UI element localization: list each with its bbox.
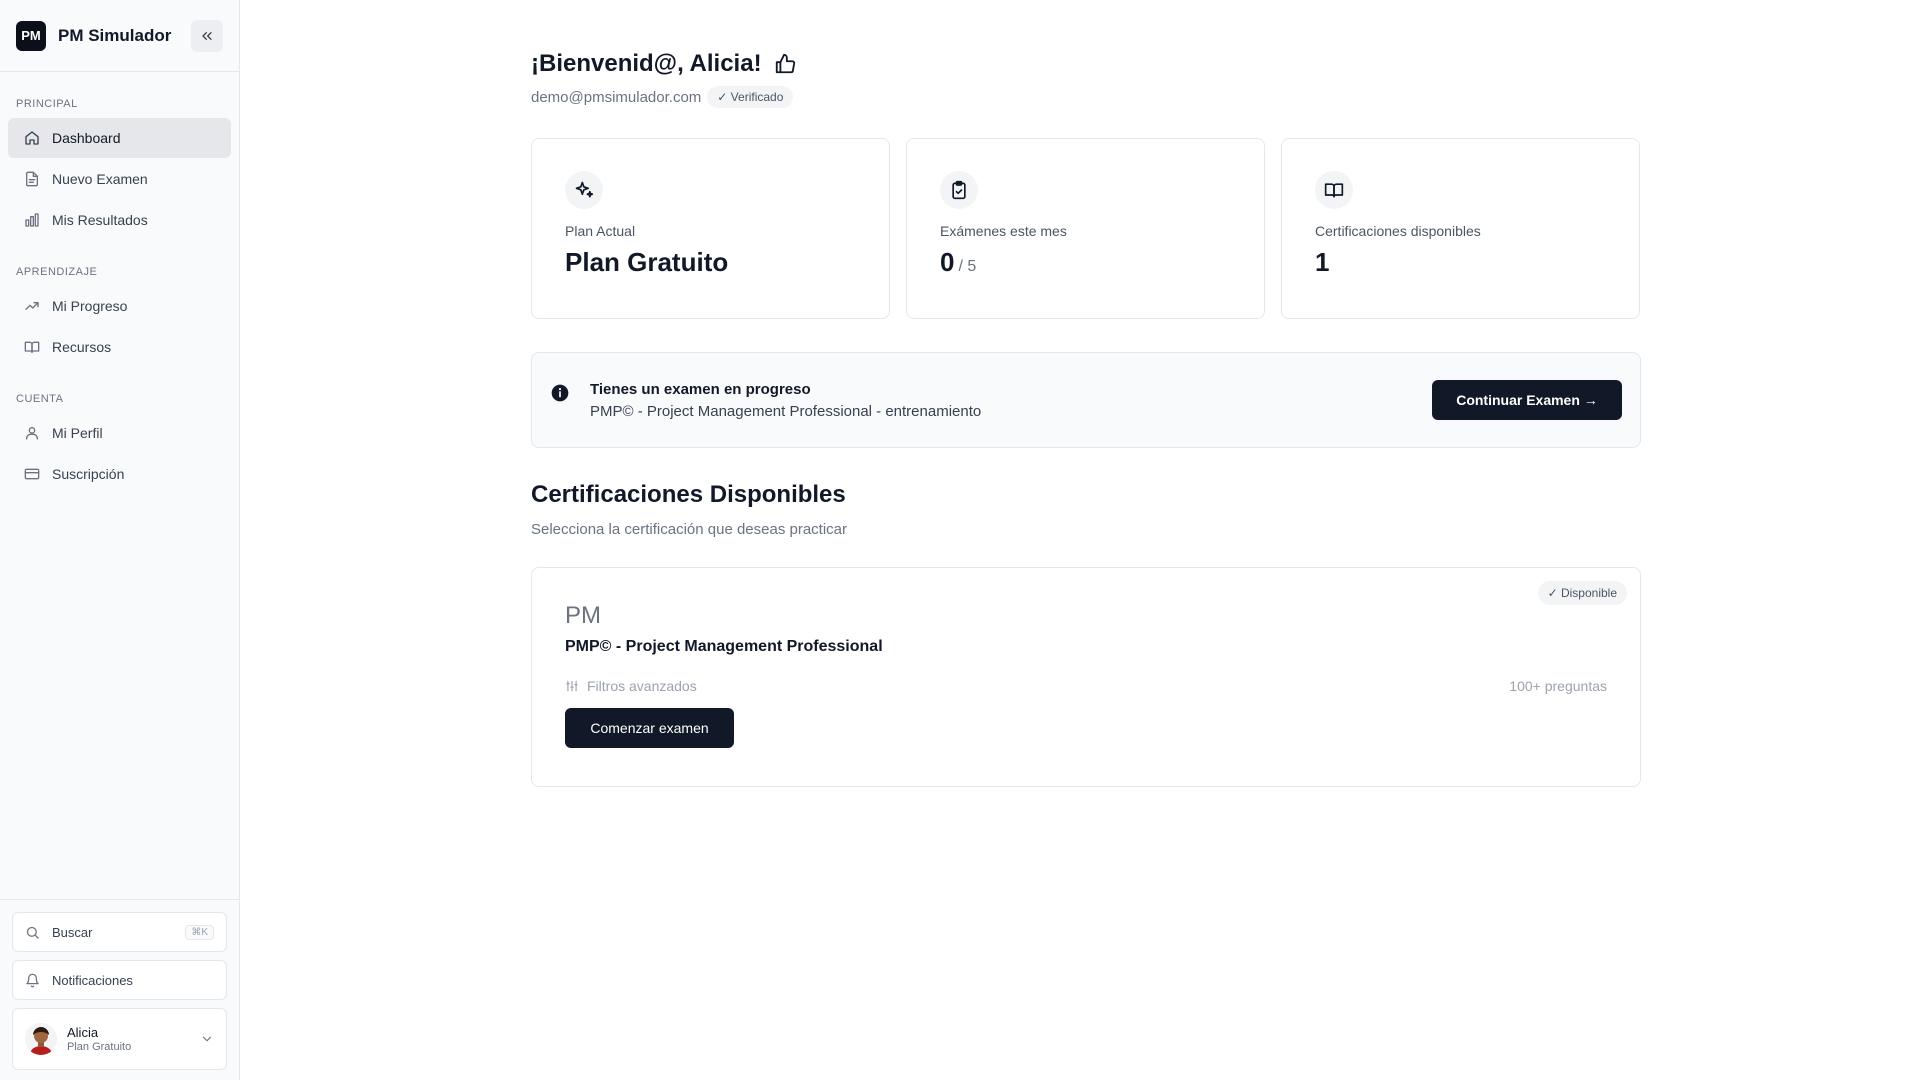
search-shortcut: ⌘K [185, 924, 214, 940]
user-icon [26, 427, 38, 440]
continue-exam-button[interactable]: Continuar Examen → [1432, 380, 1622, 420]
nav-group-aprendizaje: Mi Progreso Recursos [0, 286, 239, 367]
nav-group-cuenta: Mi Perfil Suscripción [0, 413, 239, 494]
sidebar-item-recursos[interactable]: Recursos [8, 327, 231, 367]
stat-card-exams: Exámenes este mes 0/ 5 [906, 138, 1265, 319]
bell-icon [26, 973, 39, 987]
banner-text: Tienes un examen en progreso PMP© - Proj… [590, 381, 981, 420]
sidebar-item-dashboard[interactable]: Dashboard [8, 118, 231, 158]
sidebar-item-suscripcion[interactable]: Suscripción [8, 454, 231, 494]
file-icon [26, 171, 38, 187]
nav-section-title-cuenta: CUENTA [16, 393, 64, 405]
sidebar-item-label: Dashboard [52, 130, 121, 146]
certifications-subtitle: Selecciona la certificación que deseas p… [531, 521, 848, 538]
nav-section-title-principal: PRINCIPAL [16, 98, 78, 110]
stat-icon-wrap [565, 171, 603, 209]
bar-chart-icon [25, 213, 39, 227]
nav-group-principal: Dashboard Nuevo Examen Mis Resultados [0, 118, 239, 240]
nav-section-title-aprendizaje: APRENDIZAJE [16, 266, 98, 278]
collapse-sidebar-button[interactable] [191, 19, 223, 52]
question-count: 100+ preguntas [1509, 678, 1607, 694]
user-meta: Alicia Plan Gratuito [67, 1025, 131, 1053]
stat-card-plan: Plan Actual Plan Gratuito [531, 138, 890, 319]
user-plan: Plan Gratuito [67, 1041, 132, 1053]
banner-description: PMP© - Project Management Professional -… [590, 402, 982, 420]
trending-up-icon [25, 302, 39, 310]
sidebar-item-label: Suscripción [52, 466, 125, 482]
stat-value-text: 0 [940, 247, 955, 277]
brand-header: PM PM Simulador [0, 0, 239, 72]
app-logo[interactable]: PM [16, 20, 46, 51]
sidebar-item-label: Recursos [52, 339, 112, 355]
filters-label: Filtros avanzados [587, 678, 697, 694]
notifications-label: Notificaciones [52, 972, 133, 988]
certification-name: PMP© - Project Management Professional [565, 638, 883, 655]
start-exam-button[interactable]: Comenzar examen [565, 708, 734, 748]
stat-sub: / 5 [958, 258, 977, 275]
open-book-icon [1324, 183, 1344, 198]
avatar [25, 1023, 57, 1055]
sidebar-item-nuevo-examen[interactable]: Nuevo Examen [8, 159, 231, 199]
sidebar: PM PM Simulador PRINCIPAL Dashboard Nuev… [0, 0, 240, 1080]
certification-card: ✓ Disponible PM PMP© - Project Managemen… [531, 567, 1641, 787]
stat-value-text: Plan Gratuito [565, 247, 729, 277]
stat-icon-wrap [940, 171, 978, 209]
chevrons-left-icon [202, 31, 212, 40]
certifications-title: Certificaciones Disponibles [531, 481, 846, 508]
sidebar-item-label: Mis Resultados [52, 212, 148, 228]
home-icon [25, 131, 39, 145]
search-button[interactable]: Buscar ⌘K [12, 912, 227, 952]
stat-value: Plan Gratuito [565, 247, 856, 278]
clipboard-check-icon [952, 180, 966, 200]
sidebar-footer: Buscar ⌘K Notificaciones Alicia Plan Gra… [0, 899, 239, 1080]
user-email: demo@pmsimulador.com [531, 88, 702, 106]
verified-badge: ✓ Verificado [707, 86, 794, 108]
sliders-icon [566, 680, 578, 692]
app-name: PM Simulador [58, 25, 172, 45]
stat-label: Plan Actual [565, 223, 636, 239]
main-content: ¡Bienvenid@, Alicia! demo@pmsimulador.co… [531, 0, 1641, 787]
avatar-illustration-icon [25, 1023, 57, 1055]
stat-icon-wrap [1315, 171, 1353, 209]
sidebar-item-label: Mi Progreso [52, 298, 128, 314]
stat-label: Certificaciones disponibles [1315, 223, 1481, 239]
sidebar-item-mi-progreso[interactable]: Mi Progreso [8, 286, 231, 326]
stat-card-certifications: Certificaciones disponibles 1 [1281, 138, 1640, 319]
email-row: demo@pmsimulador.com ✓ Verificado [531, 86, 1641, 108]
exam-in-progress-banner: Tienes un examen en progreso PMP© - Proj… [531, 352, 1641, 448]
stat-label: Exámenes este mes [940, 223, 1067, 239]
sidebar-item-label: Nuevo Examen [52, 171, 148, 187]
book-icon [24, 341, 40, 353]
notifications-button[interactable]: Notificaciones [12, 960, 227, 1000]
chevron-down-icon [202, 1036, 212, 1042]
banner-title: Tienes un examen en progreso [590, 380, 811, 398]
sidebar-item-mi-perfil[interactable]: Mi Perfil [8, 413, 231, 453]
sparkles-icon [575, 181, 594, 198]
search-icon [26, 926, 39, 939]
stat-value: 1 [1315, 247, 1606, 278]
available-badge: ✓ Disponible [1537, 581, 1627, 605]
user-name: Alicia [67, 1025, 99, 1040]
credit-card-icon [24, 468, 40, 480]
sidebar-item-label: Mi Perfil [52, 425, 103, 441]
page-title: ¡Bienvenid@, Alicia! [531, 50, 1641, 78]
thumbs-up-icon [775, 53, 795, 74]
search-label: Buscar [52, 924, 93, 940]
sidebar-item-mis-resultados[interactable]: Mis Resultados [8, 200, 231, 240]
stat-value: 0/ 5 [940, 247, 1231, 278]
stat-value-text: 1 [1315, 247, 1330, 277]
info-icon [551, 384, 569, 402]
stats-row: Plan Actual Plan Gratuito Exámenes este … [531, 138, 1641, 319]
user-menu[interactable]: Alicia Plan Gratuito [12, 1008, 227, 1070]
greeting-text: ¡Bienvenid@, Alicia! [531, 50, 762, 77]
certification-abbr: PM [565, 602, 601, 629]
certification-meta: Filtros avanzados 100+ preguntas [565, 678, 1607, 694]
